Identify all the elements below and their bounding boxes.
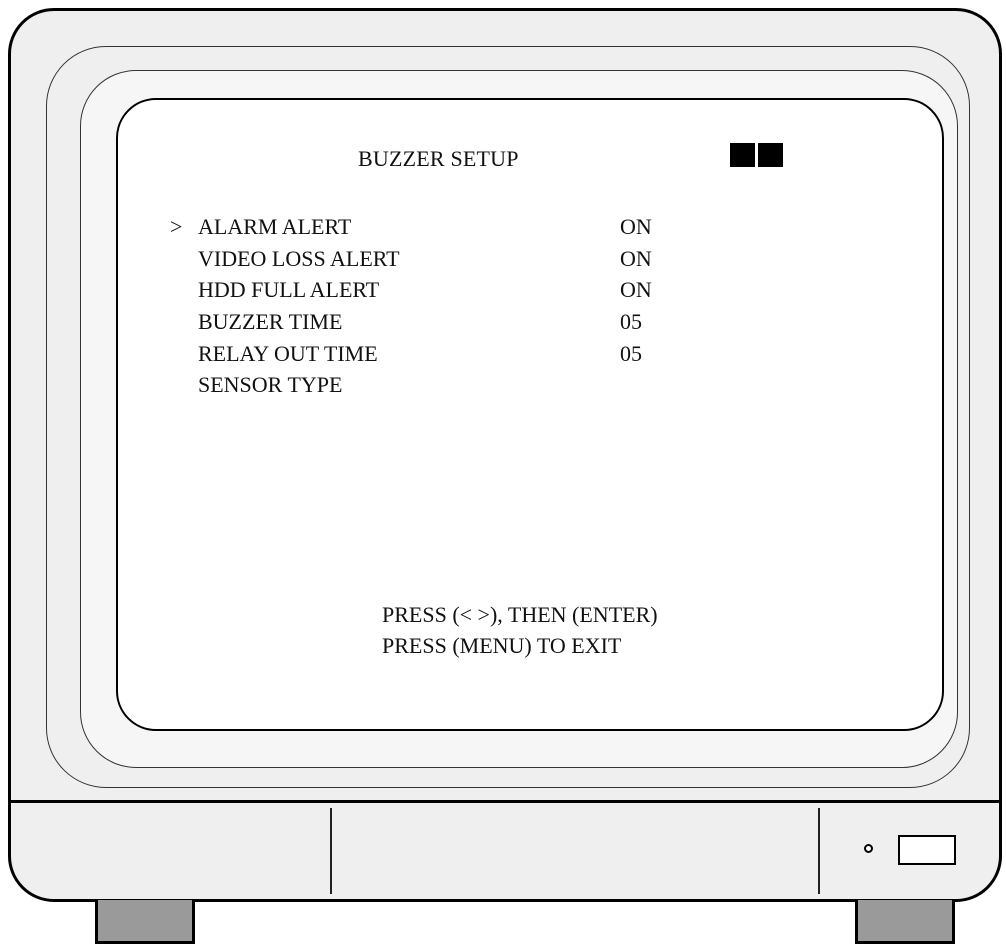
- menu-item-value[interactable]: 05: [620, 309, 642, 335]
- menu-item-buzzer-time[interactable]: BUZZER TIME: [170, 309, 342, 335]
- menu-item-label: BUZZER TIME: [198, 309, 343, 334]
- menu-item-label: ALARM ALERT: [198, 214, 352, 239]
- panel-seam-left: [330, 808, 332, 894]
- menu-item-video-loss-alert[interactable]: VIDEO LOSS ALERT: [170, 246, 400, 272]
- menu-item-relay-out-time[interactable]: RELAY OUT TIME: [170, 341, 378, 367]
- menu-item-value[interactable]: 05: [620, 341, 642, 367]
- menu-item-hdd-full-alert[interactable]: HDD FULL ALERT: [170, 277, 379, 303]
- foot-left: [95, 900, 195, 944]
- menu-item-sensor-type[interactable]: SENSOR TYPE: [170, 372, 342, 398]
- osd-title: BUZZER SETUP: [358, 146, 519, 171]
- base-divider: [8, 800, 1002, 803]
- menu-item-alarm-alert[interactable]: > ALARM ALERT: [170, 214, 351, 240]
- menu-item-value[interactable]: ON: [620, 214, 652, 240]
- menu-item-value[interactable]: ON: [620, 277, 652, 303]
- help-text-navigate: PRESS (< >), THEN (ENTER): [382, 602, 658, 627]
- panel-seam-right: [818, 808, 820, 894]
- status-blocks-icon: [730, 143, 783, 167]
- menu-item-label: RELAY OUT TIME: [198, 341, 378, 366]
- power-led-icon: [864, 844, 873, 853]
- foot-right: [855, 900, 955, 944]
- menu-item-label: SENSOR TYPE: [198, 372, 343, 397]
- power-button[interactable]: [898, 835, 956, 865]
- menu-item-value[interactable]: ON: [620, 246, 652, 272]
- cursor-icon: >: [170, 214, 183, 239]
- help-text-exit: PRESS (MENU) TO EXIT: [382, 633, 622, 658]
- menu-item-label: VIDEO LOSS ALERT: [198, 246, 400, 271]
- menu-item-label: HDD FULL ALERT: [198, 277, 380, 302]
